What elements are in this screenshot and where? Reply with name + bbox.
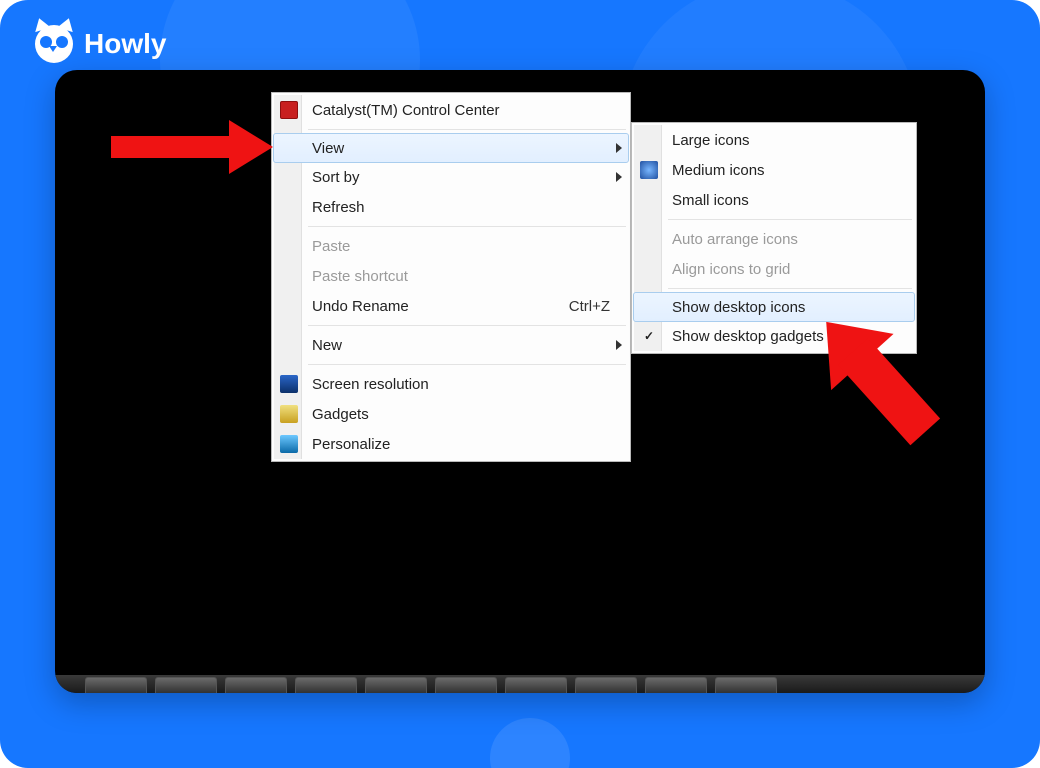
menu-item-label: New	[312, 337, 342, 354]
menu-item-personalize[interactable]: Personalize	[274, 429, 628, 459]
taskbar-item[interactable]	[715, 677, 777, 693]
menu-separator	[308, 325, 626, 326]
menu-item-label: Catalyst(TM) Control Center	[312, 102, 500, 119]
screen-resolution-icon	[280, 375, 298, 393]
submenu-arrow-icon	[616, 340, 622, 350]
menu-separator	[668, 219, 912, 220]
taskbar-item[interactable]	[435, 677, 497, 693]
menu-item-label: Medium icons	[672, 162, 765, 179]
menu-item-paste-shortcut: Paste shortcut	[274, 261, 628, 291]
menu-item-label: Show desktop gadgets	[672, 328, 824, 345]
radio-selected-icon	[640, 161, 658, 179]
menu-item-label: Undo Rename	[312, 298, 409, 315]
menu-item-label: Align icons to grid	[672, 261, 790, 278]
menu-item-view[interactable]: View	[273, 133, 629, 163]
submenu-arrow-icon	[616, 172, 622, 182]
taskbar-item[interactable]	[645, 677, 707, 693]
menu-item-label: Paste	[312, 238, 350, 255]
taskbar-item[interactable]	[575, 677, 637, 693]
menu-separator	[308, 129, 626, 130]
checkmark-icon: ✓	[640, 327, 658, 345]
desktop-screenshot: Catalyst(TM) Control Center View Sort by…	[55, 70, 985, 693]
menu-separator	[308, 226, 626, 227]
menu-item-label: View	[312, 140, 344, 157]
menu-item-label: Auto arrange icons	[672, 231, 798, 248]
menu-item-label: Large icons	[672, 132, 750, 149]
menu-item-gadgets[interactable]: Gadgets	[274, 399, 628, 429]
menu-item-undo-rename[interactable]: Undo Rename Ctrl+Z	[274, 291, 628, 321]
annotation-arrow	[111, 124, 281, 170]
owl-icon	[34, 24, 74, 64]
decorative-circle	[490, 718, 570, 768]
menu-item-label: Small icons	[672, 192, 749, 209]
submenu-item-medium-icons[interactable]: Medium icons	[634, 155, 914, 185]
taskbar-item[interactable]	[295, 677, 357, 693]
taskbar-item[interactable]	[505, 677, 567, 693]
taskbar-item[interactable]	[225, 677, 287, 693]
menu-item-label: Gadgets	[312, 406, 369, 423]
menu-separator	[308, 364, 626, 365]
menu-item-label: Show desktop icons	[672, 299, 805, 316]
taskbar-item[interactable]	[85, 677, 147, 693]
brand-name: Howly	[84, 28, 166, 60]
taskbar-item[interactable]	[365, 677, 427, 693]
brand-logo: Howly	[34, 24, 166, 64]
gadgets-icon	[280, 405, 298, 423]
menu-item-catalyst-control-center[interactable]: Catalyst(TM) Control Center	[274, 95, 628, 125]
menu-item-label: Personalize	[312, 436, 390, 453]
menu-item-new[interactable]: New	[274, 330, 628, 360]
taskbar[interactable]	[55, 675, 985, 693]
menu-item-label: Refresh	[312, 199, 365, 216]
submenu-item-auto-arrange-icons: Auto arrange icons	[634, 224, 914, 254]
menu-item-screen-resolution[interactable]: Screen resolution	[274, 369, 628, 399]
personalize-icon	[280, 435, 298, 453]
menu-item-refresh[interactable]: Refresh	[274, 192, 628, 222]
menu-item-label: Sort by	[312, 169, 360, 186]
taskbar-item[interactable]	[155, 677, 217, 693]
menu-item-sort-by[interactable]: Sort by	[274, 162, 628, 192]
page-frame: Howly Catalyst(TM) Control Center View S…	[0, 0, 1040, 768]
ati-icon	[280, 101, 298, 119]
menu-item-label: Paste shortcut	[312, 268, 408, 285]
menu-item-paste: Paste	[274, 231, 628, 261]
submenu-item-large-icons[interactable]: Large icons	[634, 125, 914, 155]
desktop-context-menu: Catalyst(TM) Control Center View Sort by…	[271, 92, 631, 462]
submenu-item-small-icons[interactable]: Small icons	[634, 185, 914, 215]
submenu-arrow-icon	[616, 143, 622, 153]
menu-item-shortcut: Ctrl+Z	[529, 298, 610, 315]
menu-item-label: Screen resolution	[312, 376, 429, 393]
